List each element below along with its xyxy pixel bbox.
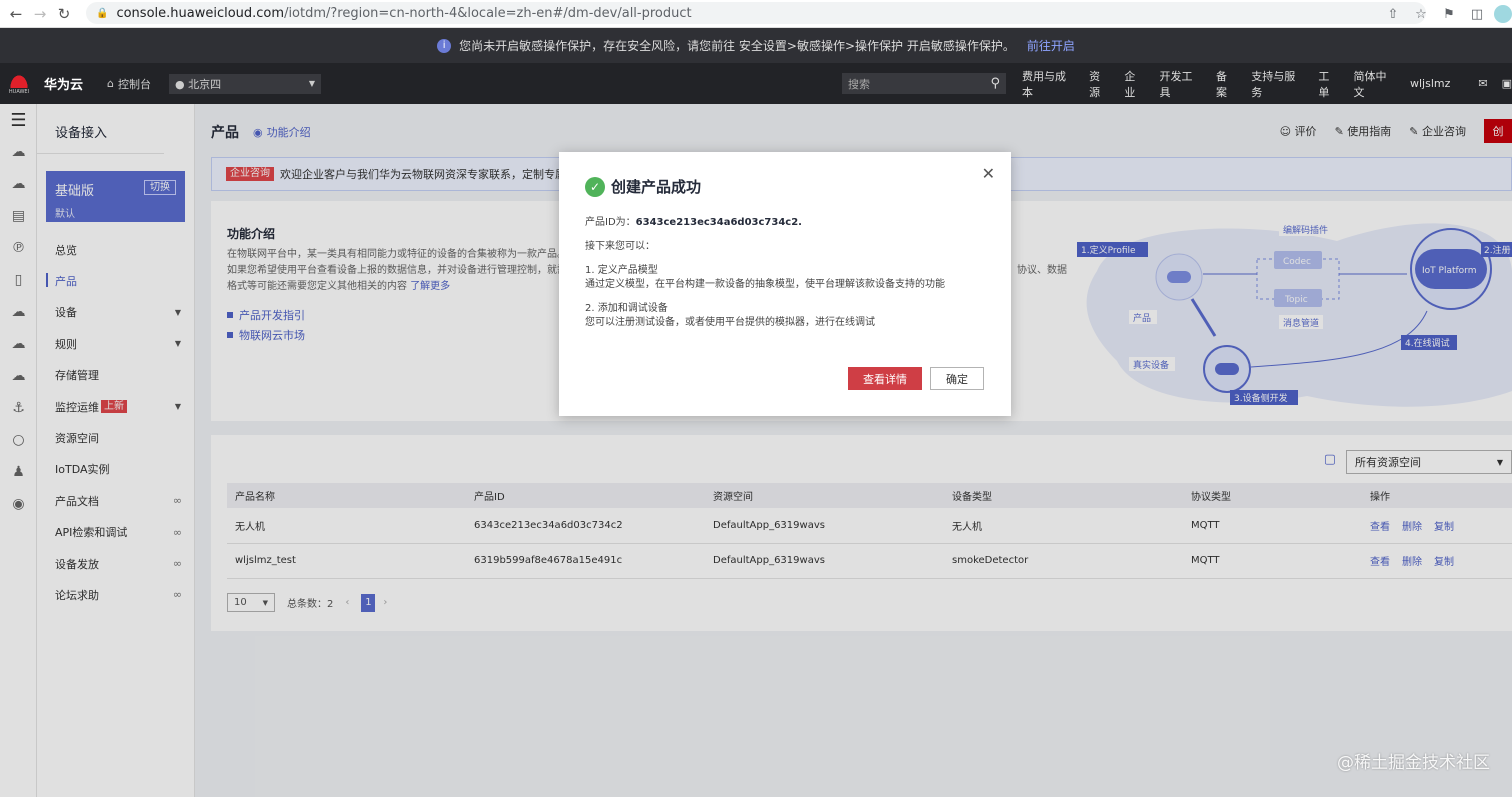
chevron-down-icon: ▼ [308,79,315,88]
warning-text: 您尚未开启敏感操作保护，存在安全风险，请您前往 安全设置>敏感操作>操作保护 开… [459,39,1015,53]
view-details-button[interactable]: 查看详情 [848,367,922,390]
message-icon[interactable]: ✉ [1478,77,1487,90]
top-search-input[interactable]: 搜索 ⚲ [842,73,1006,94]
address-bar[interactable]: 🔒 console.huaweicloud.com/iotdm/?region=… [86,2,1426,24]
confirm-button[interactable]: 确定 [930,367,984,390]
cart-icon[interactable]: ▣ [1502,77,1512,90]
huawei-logo[interactable]: HUAWEI [2,63,36,104]
top-menu-item[interactable]: 开发工具 [1160,68,1202,100]
region-select[interactable]: ● 北京四 ▼ [169,73,321,94]
dialog-title: ✓ 创建产品成功 [585,176,701,197]
next-steps-label: 接下来您可以： [585,241,655,252]
username[interactable]: wljslmz [1410,77,1450,90]
success-dialog: ✕ ✓ 创建产品成功 产品ID为：6343ce213ec34a6d03c734c… [559,152,1011,416]
logo-text: HUAWEI [8,89,30,95]
huawei-flower-icon [8,72,30,88]
console-label: 控制台 [118,77,151,91]
dialog-title-text: 创建产品成功 [611,178,702,196]
enable-protection-link[interactable]: 前往开启 [1027,37,1075,54]
url-path: /iotdm/?region=cn-north-4&locale=zh-en#/… [284,5,692,21]
security-warning-bar: i 您尚未开启敏感操作保护，存在安全风险，请您前往 安全设置>敏感操作>操作保护… [0,28,1512,63]
step2-title: 2. 添加和调试设备 [585,303,668,314]
top-menu-item[interactable]: 工单 [1318,68,1339,100]
watermark: @稀土掘金技术社区 [1337,753,1490,773]
region-label: 北京四 [188,77,222,91]
browser-toolbar: ← → ↻ 🔒 console.huaweicloud.com/iotdm/?r… [0,0,1512,28]
brand-name[interactable]: 华为云 [44,74,83,93]
reload-icon[interactable]: ↻ [52,2,76,26]
lock-icon: 🔒 [96,7,109,19]
top-menu-item[interactable]: 费用与成本 [1022,68,1075,100]
top-menu-item[interactable]: 资源 [1089,68,1110,100]
top-menu-item[interactable]: 支持与服务 [1251,68,1304,100]
back-icon[interactable]: ← [4,2,28,26]
top-menu-item[interactable]: 备案 [1216,68,1237,100]
forward-icon[interactable]: → [28,2,52,26]
top-menu-item[interactable]: 企业 [1124,68,1145,100]
profile-avatar-icon[interactable] [1494,5,1512,23]
search-icon[interactable]: ⚲ [990,76,1000,91]
step1-title: 1. 定义产品模型 [585,265,658,276]
step2-desc: 您可以注册测试设备，或者使用平台提供的模拟器，进行在线调试 [585,317,875,328]
console-link[interactable]: ⌂ 控制台 [107,76,151,92]
share-icon[interactable]: ⇧ [1382,3,1404,25]
search-placeholder: 搜索 [848,77,870,91]
info-icon: i [437,38,452,53]
top-navigation: HUAWEI 华为云 ⌂ 控制台 ● 北京四 ▼ 搜索 ⚲ 费用与成本 资源 企… [0,63,1512,104]
sidepanel-icon[interactable]: ◫ [1466,3,1488,25]
language-select[interactable]: 简体中文 [1354,68,1396,100]
product-id-value: 6343ce213ec34a6d03c734c2. [635,217,802,228]
success-check-icon: ✓ [585,176,605,197]
close-icon[interactable]: ✕ [982,164,995,183]
location-pin-icon: ● [175,77,185,91]
home-icon: ⌂ [107,77,114,90]
product-id-label: 产品ID为： [585,217,636,228]
step1-desc: 通过定义模型，在平台构建一款设备的抽象模型，使平台理解该款设备支持的功能 [585,279,945,290]
extensions-icon[interactable]: ⚑ [1438,3,1460,25]
bookmark-star-icon[interactable]: ☆ [1410,3,1432,25]
url-host: console.huaweicloud.com [116,5,285,21]
top-menu: 费用与成本 资源 企业 开发工具 备案 支持与服务 工单 简体中文 wljslm… [1022,63,1512,104]
dialog-body: 产品ID为：6343ce213ec34a6d03c734c2. 接下来您可以： … [585,216,945,330]
